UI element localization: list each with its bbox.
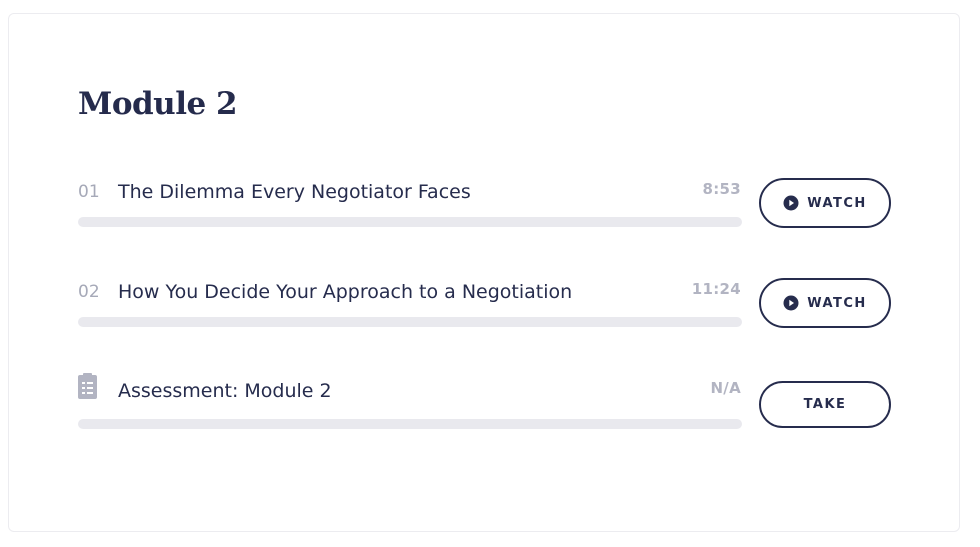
play-circle-icon: [783, 195, 799, 211]
watch-button-label: WATCH: [807, 195, 867, 211]
lesson-progress-bar: [78, 217, 742, 227]
assessment-row: Assessment: Module 2 N/A TAKE: [78, 373, 891, 429]
lesson-duration: 8:53: [702, 180, 741, 198]
assessment-title: Assessment: Module 2: [118, 380, 332, 402]
watch-button[interactable]: WATCH: [759, 278, 891, 328]
assessment-duration: N/A: [710, 379, 741, 397]
take-button[interactable]: TAKE: [759, 381, 891, 428]
module-title: Module 2: [78, 86, 238, 122]
lesson-row: 02 How You Decide Your Approach to a Neg…: [78, 278, 891, 328]
watch-button-label: WATCH: [807, 295, 867, 311]
assessment-progress-bar: [78, 419, 742, 429]
lesson-progress-bar: [78, 317, 742, 327]
lesson-duration: 11:24: [691, 280, 741, 298]
lesson-row: 01 The Dilemma Every Negotiator Faces 8:…: [78, 178, 891, 228]
take-button-label: TAKE: [803, 397, 847, 412]
watch-button[interactable]: WATCH: [759, 178, 891, 228]
lesson-number: 01: [78, 182, 100, 202]
lesson-title: The Dilemma Every Negotiator Faces: [118, 181, 471, 203]
assessment-document-icon: [78, 373, 97, 399]
lesson-number: 02: [78, 282, 100, 302]
lesson-title: How You Decide Your Approach to a Negoti…: [118, 281, 573, 303]
play-circle-icon: [783, 295, 799, 311]
